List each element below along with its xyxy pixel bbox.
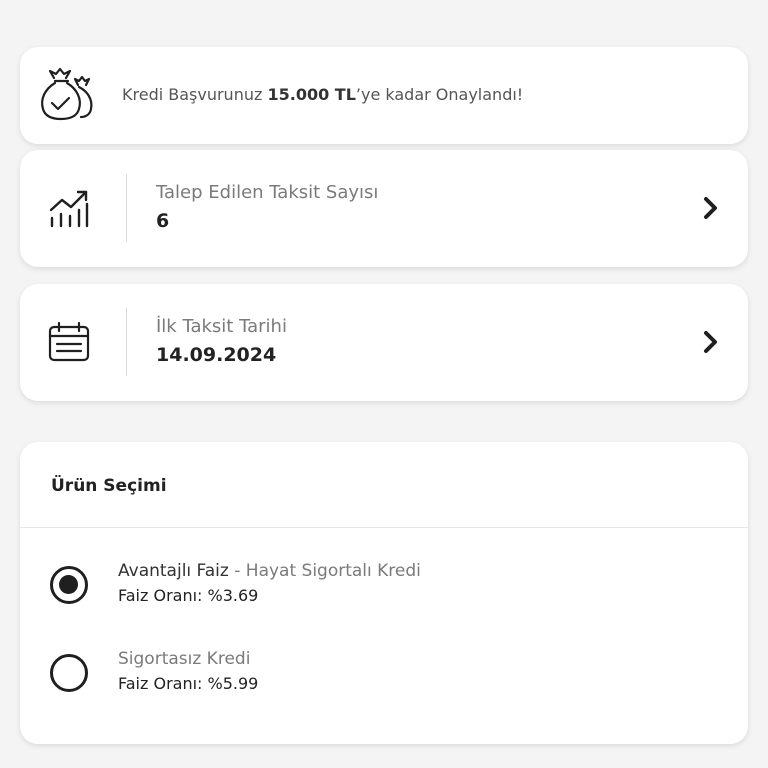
option-uninsured-loan[interactable]: Sigortasız Kredi Faiz Oranı: %5.99 xyxy=(50,645,730,705)
option-interest-rate: Faiz Oranı: %5.99 xyxy=(118,674,259,693)
first-installment-date-selector[interactable]: İlk Taksit Tarihi 14.09.2024 xyxy=(20,284,748,401)
divider xyxy=(126,308,127,376)
approval-message: Kredi Başvurunuz 15.000 TL’ye kadar Onay… xyxy=(122,85,524,104)
radio-button[interactable] xyxy=(50,654,88,692)
divider xyxy=(20,527,748,528)
installment-count-label: Talep Edilen Taksit Sayısı xyxy=(156,182,379,203)
installment-count-selector[interactable]: Talep Edilen Taksit Sayısı 6 xyxy=(20,150,748,267)
growth-chart-icon xyxy=(49,190,89,228)
calendar-icon xyxy=(48,321,90,362)
first-installment-date-label: İlk Taksit Tarihi xyxy=(156,316,287,337)
option-title: Avantajlı Faiz - Hayat Sigortalı Kredi xyxy=(118,561,421,581)
money-bag-check-icon xyxy=(41,67,93,121)
product-selection-card: Ürün Seçimi Avantajlı Faiz - Hayat Sigor… xyxy=(20,442,748,744)
chevron-right-icon[interactable] xyxy=(700,194,722,222)
approval-banner: Kredi Başvurunuz 15.000 TL’ye kadar Onay… xyxy=(20,47,748,144)
first-installment-date-value: 14.09.2024 xyxy=(156,344,277,366)
installment-count-value: 6 xyxy=(156,210,170,232)
radio-button-selected[interactable] xyxy=(50,566,88,604)
divider xyxy=(126,174,127,242)
product-selection-title: Ürün Seçimi xyxy=(51,476,167,496)
option-interest-rate: Faiz Oranı: %3.69 xyxy=(118,586,259,605)
option-advantage-interest[interactable]: Avantajlı Faiz - Hayat Sigortalı Kredi F… xyxy=(50,557,730,617)
option-title: Sigortasız Kredi xyxy=(118,649,251,669)
chevron-right-icon[interactable] xyxy=(700,328,722,356)
approved-amount: 15.000 TL xyxy=(267,85,356,104)
